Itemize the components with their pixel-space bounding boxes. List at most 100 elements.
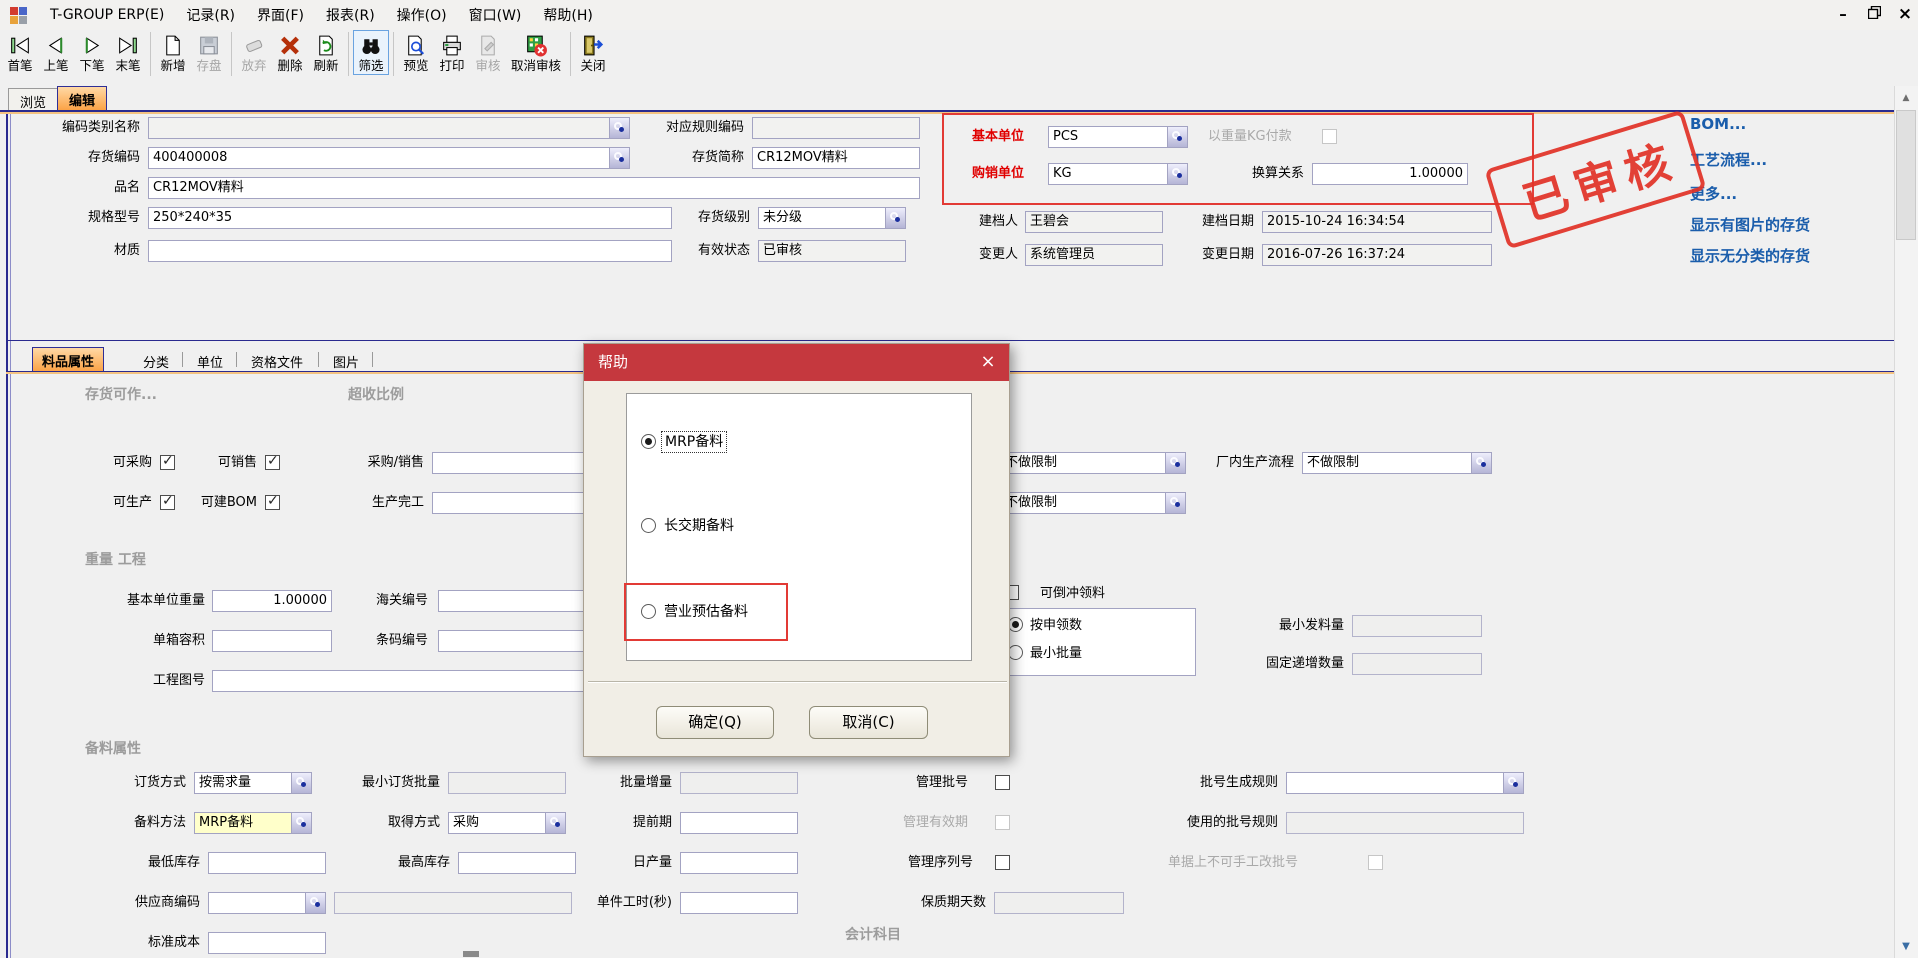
new-button[interactable]: 新增 [155, 30, 191, 75]
restrict2-field[interactable]: 不做限制 [1000, 492, 1186, 514]
dialog-title-bar[interactable]: 帮助 [584, 344, 1009, 381]
issue-by-request-radio[interactable] [1008, 617, 1023, 632]
acquire-field[interactable]: 采购 [448, 812, 566, 834]
trade-unit-field[interactable]: KG [1048, 163, 1188, 185]
link-bom[interactable]: BOM... [1690, 115, 1746, 133]
tab-edit[interactable]: 编辑 [57, 86, 107, 112]
lookup-button[interactable] [291, 812, 312, 834]
option-sales-forecast-radio[interactable] [641, 604, 656, 619]
can-bom-checkbox[interactable] [265, 495, 280, 510]
std-cost-field[interactable] [208, 932, 326, 954]
tab-item-attributes[interactable]: 料品属性 [32, 347, 104, 373]
code-category-field[interactable] [148, 117, 630, 139]
filter-button[interactable]: 筛选 [353, 30, 389, 75]
base-weight-field[interactable]: 1.00000 [212, 590, 332, 612]
purchase-sale-label: 采购/销售 [338, 452, 424, 474]
lookup-button[interactable] [609, 117, 630, 139]
lookup-button[interactable] [885, 207, 906, 229]
prev-record-button[interactable]: 上笔 [38, 30, 74, 75]
menu-window[interactable]: 窗口(W) [458, 2, 533, 28]
close-window-button[interactable]: × [1893, 3, 1917, 25]
item-abbr-field[interactable]: CR12MOV精料 [752, 147, 920, 169]
factory-flow-field[interactable]: 不做限制 [1302, 452, 1492, 474]
print-button[interactable]: 打印 [434, 30, 470, 75]
lookup-button[interactable] [1165, 452, 1186, 474]
preview-button[interactable]: 预览 [398, 30, 434, 75]
level-field[interactable]: 未分级 [758, 207, 906, 229]
lookup-button[interactable] [1167, 126, 1188, 148]
option-long-lead-label[interactable]: 长交期备料 [664, 516, 734, 536]
scroll-up-icon[interactable]: ▲ [1894, 88, 1918, 110]
refresh-button[interactable]: 刷新 [308, 30, 344, 75]
manage-batch-checkbox[interactable] [995, 775, 1010, 790]
magnifier-icon [1172, 131, 1180, 139]
issue-by-min-batch-radio[interactable] [1008, 645, 1023, 660]
daily-output-field[interactable] [680, 852, 798, 874]
lookup-button[interactable] [1471, 452, 1492, 474]
issue-by-request-label: 按申领数 [1030, 615, 1082, 637]
manage-serial-checkbox[interactable] [995, 855, 1010, 870]
link-process-flow[interactable]: 工艺流程... [1690, 149, 1767, 170]
audited-stamp: 已审核 [1484, 110, 1706, 250]
cancel-button[interactable]: 取消(C) [809, 706, 928, 739]
cancel-audit-button[interactable]: 取消审核 [506, 30, 566, 75]
box-volume-field[interactable] [212, 630, 332, 652]
can-produce-checkbox[interactable] [160, 495, 175, 510]
option-mrp-radio[interactable] [641, 434, 656, 449]
link-show-unclassified[interactable]: 显示无分类的存货 [1690, 245, 1810, 266]
restrict1-field[interactable]: 不做限制 [1000, 452, 1186, 474]
last-record-button[interactable]: 末笔 [110, 30, 146, 75]
item-code-field[interactable]: 400400008 [148, 147, 630, 169]
unit-seconds-field[interactable] [680, 892, 798, 914]
max-stock-field[interactable] [458, 852, 576, 874]
option-long-lead-radio[interactable] [641, 518, 656, 533]
ok-button[interactable]: 确定(Q) [656, 706, 774, 739]
lookup-button[interactable] [305, 892, 326, 914]
prep-method-field[interactable]: MRP备料 [194, 812, 312, 834]
item-code-value: 400400008 [153, 150, 227, 165]
lookup-button[interactable] [291, 772, 312, 794]
conversion-label: 换算关系 [1232, 163, 1304, 185]
conversion-field[interactable]: 1.00000 [1312, 163, 1468, 185]
lead-time-field[interactable] [680, 812, 798, 834]
status-field: 已审核 [758, 240, 906, 262]
order-mode-field[interactable]: 按需求量 [194, 772, 312, 794]
menu-interface[interactable]: 界面(F) [246, 2, 315, 28]
delete-button[interactable]: 删除 [272, 30, 308, 75]
lookup-button[interactable] [1165, 492, 1186, 514]
box-volume-label: 单箱容积 [83, 630, 205, 652]
menu-tgroup-erp[interactable]: T-GROUP ERP(E) [39, 4, 175, 26]
item-name-field[interactable]: CR12MOV精料 [148, 177, 920, 199]
first-record-button[interactable]: 首笔 [2, 30, 38, 75]
scroll-down-icon[interactable]: ▼ [1894, 936, 1918, 958]
next-record-button[interactable]: 下笔 [74, 30, 110, 75]
menu-operation[interactable]: 操作(O) [386, 2, 458, 28]
link-show-with-images[interactable]: 显示有图片的存货 [1690, 214, 1810, 235]
min-stock-field[interactable] [208, 852, 326, 874]
spec-field[interactable]: 250*240*35 [148, 207, 672, 229]
item-name-value: CR12MOV精料 [153, 180, 244, 195]
scrollbar-thumb[interactable] [1896, 110, 1916, 240]
dialog-close-icon[interactable]: × [977, 351, 999, 373]
lookup-button[interactable] [1503, 772, 1524, 794]
material-field[interactable] [148, 240, 672, 262]
menu-help[interactable]: 帮助(H) [532, 2, 603, 28]
base-unit-field[interactable]: PCS [1048, 126, 1188, 148]
minimize-button[interactable]: – [1831, 3, 1855, 25]
can-sale-checkbox[interactable] [265, 455, 280, 470]
menu-record[interactable]: 记录(R) [175, 2, 246, 28]
close-form-button[interactable]: 关闭 [575, 30, 611, 75]
option-mrp-label[interactable]: MRP备料 [661, 431, 727, 453]
restore-icon [1868, 6, 1881, 19]
batch-rule-field[interactable] [1286, 772, 1524, 794]
factory-flow-label: 厂内生产流程 [1190, 452, 1294, 474]
lookup-button[interactable] [609, 147, 630, 169]
option-sales-forecast-label[interactable]: 营业预估备料 [664, 602, 748, 622]
lookup-button[interactable] [545, 812, 566, 834]
can-purchase-checkbox[interactable] [160, 455, 175, 470]
lookup-button[interactable] [1167, 163, 1188, 185]
base-weight-value: 1.00000 [273, 593, 327, 608]
supplier-field[interactable] [208, 892, 326, 914]
restore-button[interactable] [1862, 3, 1886, 25]
menu-report[interactable]: 报表(R) [315, 2, 386, 28]
